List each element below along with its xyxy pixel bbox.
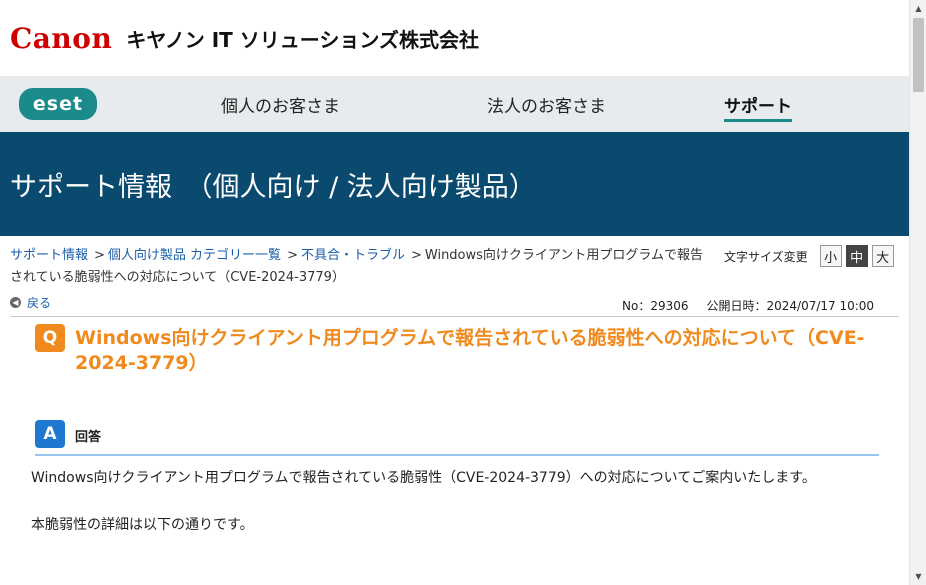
page: Canon キヤノン IT ソリューションズ株式会社 eset 個人のお客さま … — [0, 0, 909, 585]
breadcrumb-link-trouble[interactable]: 不具合・トラブル — [301, 248, 405, 263]
article-meta: No：29306 公開日時：2024/07/17 10:00 — [622, 297, 874, 314]
answer-paragraph: Windows向けクライアント用プログラムで報告されている脆弱性（CVE-202… — [31, 470, 816, 486]
question-block: Q Windows向けクライアント用プログラムで報告されている脆弱性への対応につ… — [0, 324, 909, 386]
scrollbar-thumb[interactable] — [913, 18, 924, 92]
scroll-down-arrow-icon[interactable]: ▼ — [910, 568, 926, 585]
answer-paragraph: 本脆弱性の詳細は以下の通りです。 — [31, 517, 254, 533]
breadcrumb-row: サポート情報 > 個人向け製品 カテゴリー一覧 > 不具合・トラブル > Windows向け… — [0, 236, 909, 294]
vertical-scrollbar[interactable]: ▲ ▼ — [909, 0, 926, 585]
published-date: 公開日時：2024/07/17 10:00 — [706, 299, 875, 313]
breadcrumb-link-support[interactable]: サポート情報 — [10, 248, 88, 263]
breadcrumb-separator: > — [410, 248, 422, 263]
answer-header: A 回答 — [35, 420, 879, 456]
nav-item-business[interactable]: 法人のお客さま — [487, 92, 606, 117]
back-arrow-icon: ◀ — [10, 297, 21, 308]
font-size-label: 文字サイズ変更 — [724, 249, 808, 264]
font-size-large-button[interactable]: 大 — [871, 245, 894, 267]
question-badge: Q — [35, 324, 65, 352]
question-title: Windows向けクライアント用プログラムで報告されている脆弱性への対応について… — [75, 327, 865, 374]
breadcrumb: サポート情報 > 個人向け製品 カテゴリー一覧 > 不具合・トラブル > Windows向け… — [10, 245, 715, 289]
font-size-switcher: 文字サイズ変更 小 中 大 — [724, 245, 894, 267]
scroll-up-arrow-icon[interactable]: ▲ — [910, 0, 926, 17]
page-hero: サポート情報 （個人向け / 法人向け製品） — [0, 132, 909, 236]
back-link[interactable]: ◀ 戻る — [10, 294, 51, 311]
font-size-small-button[interactable]: 小 — [819, 245, 842, 267]
company-name[interactable]: キヤノン IT ソリューションズ株式会社 — [126, 24, 479, 53]
hero-title: サポート情報 （個人向け / 法人向け製品） — [10, 171, 536, 203]
back-label: 戻る — [27, 296, 52, 310]
breadcrumb-link-category[interactable]: 個人向け製品 カテゴリー一覧 — [108, 248, 281, 263]
answer-body: Windows向けクライアント用プログラムで報告されている脆弱性（CVE-202… — [31, 467, 881, 537]
eset-navbar: eset 個人のお客さま 法人のお客さま サポート — [0, 76, 909, 132]
divider — [10, 316, 899, 317]
canon-logo[interactable]: Canon — [10, 22, 112, 55]
article-number: No：29306 — [622, 299, 689, 313]
nav-item-personal[interactable]: 個人のお客さま — [221, 92, 340, 117]
answer-label: 回答 — [75, 430, 102, 445]
article-meta-row: ◀ 戻る No：29306 公開日時：2024/07/17 10:00 — [0, 294, 909, 318]
breadcrumb-separator: > — [287, 248, 298, 263]
corporate-header: Canon キヤノン IT ソリューションズ株式会社 — [0, 0, 909, 76]
font-size-medium-button[interactable]: 中 — [845, 245, 868, 267]
nav-item-support[interactable]: サポート — [724, 92, 792, 122]
answer-badge: A — [35, 420, 65, 448]
eset-logo[interactable]: eset — [19, 88, 97, 120]
breadcrumb-separator: > — [94, 248, 105, 263]
